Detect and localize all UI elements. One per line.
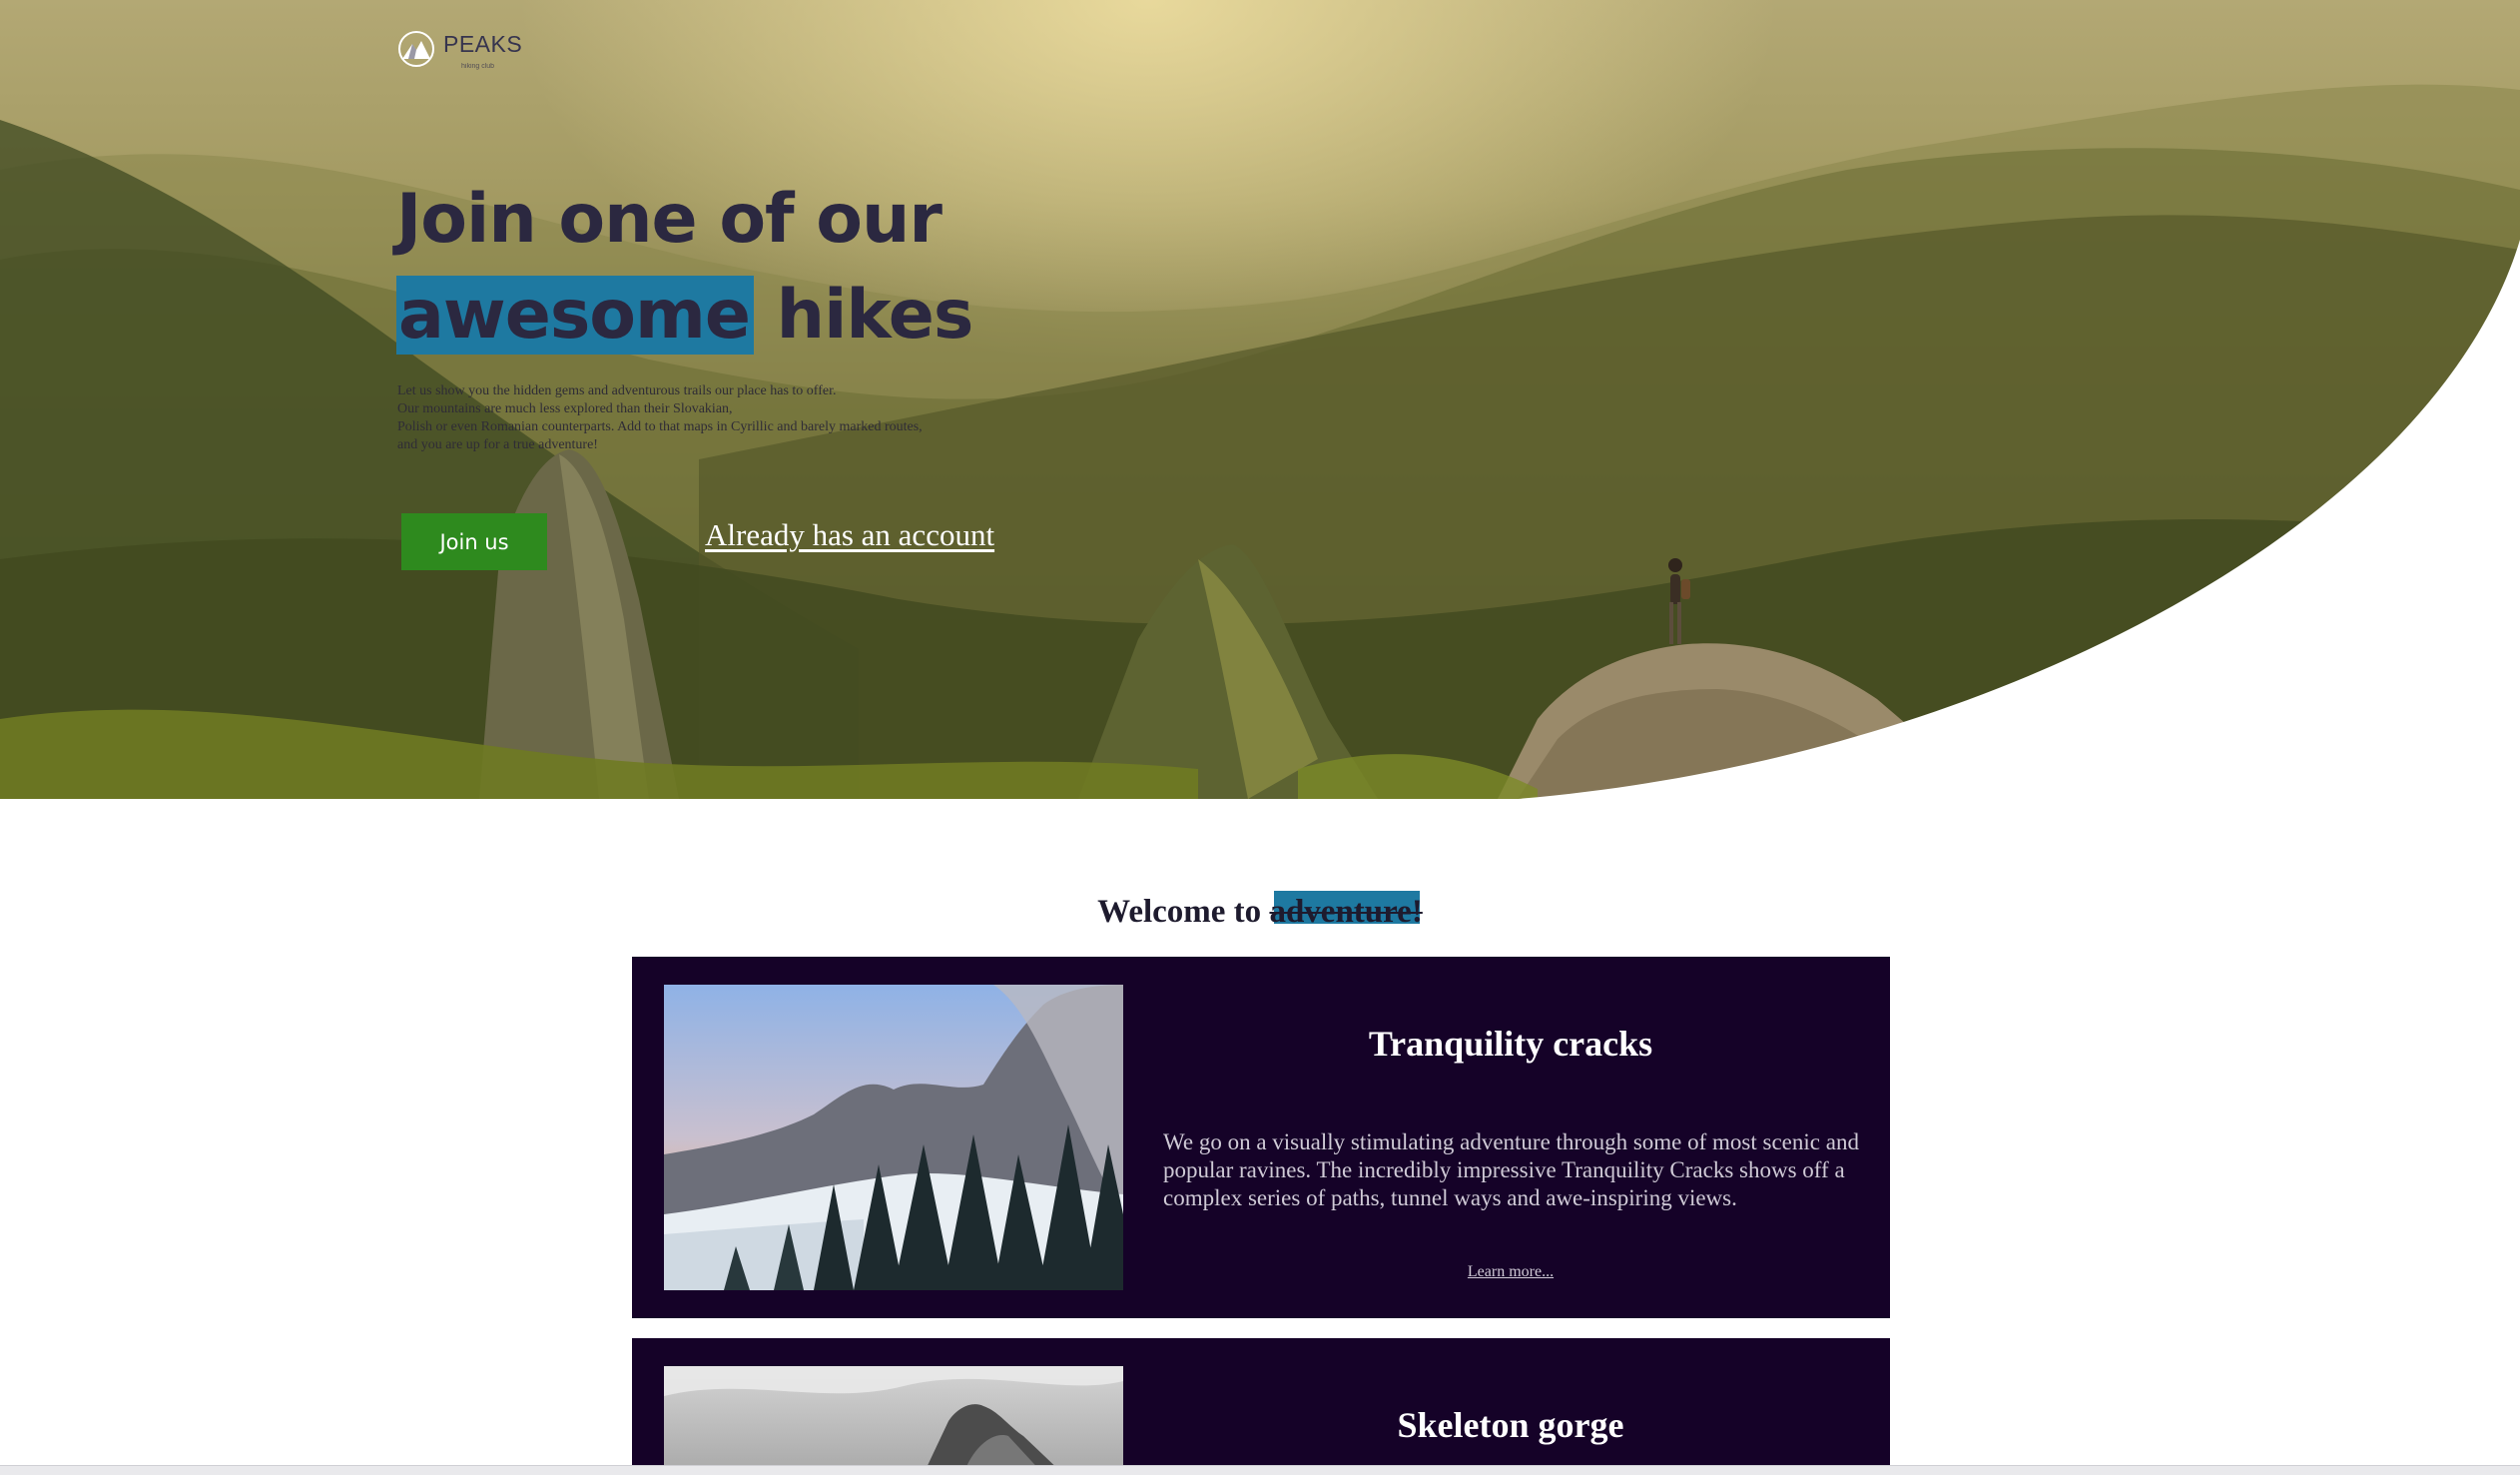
headline-line-1: Join one of our bbox=[396, 180, 943, 259]
hike-card-title: Tranquility cracks bbox=[1368, 1024, 1653, 1064]
hike-card-title: Skeleton gorge bbox=[1397, 1405, 1624, 1445]
join-us-button[interactable]: Join us bbox=[401, 513, 547, 570]
welcome-prefix: Welcome to bbox=[1097, 894, 1270, 930]
mountain-logo-icon bbox=[398, 31, 434, 67]
hike-card: Tranquility cracks We go on a visually s… bbox=[632, 957, 1890, 1318]
hike-card-description: We go on a visually stimulating adventur… bbox=[1163, 1129, 1859, 1210]
skeleton-gorge-image bbox=[664, 1366, 1123, 1474]
tranquility-cracks-image bbox=[664, 985, 1123, 1290]
hero-section: PEAKS hiking club Join one of our awesom… bbox=[0, 0, 2520, 799]
headline-highlight: awesome bbox=[396, 276, 754, 355]
hero-description: Let us show you the hidden gems and adve… bbox=[397, 382, 1036, 454]
hero-description-line: and you are up for a true adventure! bbox=[397, 437, 598, 452]
hike-card: Skeleton gorge bbox=[632, 1338, 1890, 1474]
welcome-highlight: adventure! bbox=[1269, 891, 1423, 931]
welcome-heading: Welcome to adventure! bbox=[0, 891, 2520, 931]
learn-more-link[interactable]: Learn more... bbox=[1131, 1263, 1890, 1281]
hero-headline: Join one of our awesome hikes bbox=[396, 172, 974, 364]
hero-description-line: Let us show you the hidden gems and adve… bbox=[397, 383, 837, 398]
hero-description-line: Our mountains are much less explored tha… bbox=[397, 401, 733, 416]
welcome-highlight-text: adventure! bbox=[1269, 894, 1423, 930]
headline-rest: hikes bbox=[754, 276, 974, 355]
hero-curve-shape bbox=[1518, 240, 2520, 799]
brand-tagline: hiking club bbox=[461, 63, 495, 70]
brand-logo[interactable]: PEAKS hiking club bbox=[397, 30, 523, 70]
brand-name: PEAKS bbox=[443, 31, 523, 57]
hero-description-line: Polish or even Romanian counterparts. Ad… bbox=[397, 419, 923, 434]
already-has-account-link[interactable]: Already has an account bbox=[705, 517, 994, 553]
